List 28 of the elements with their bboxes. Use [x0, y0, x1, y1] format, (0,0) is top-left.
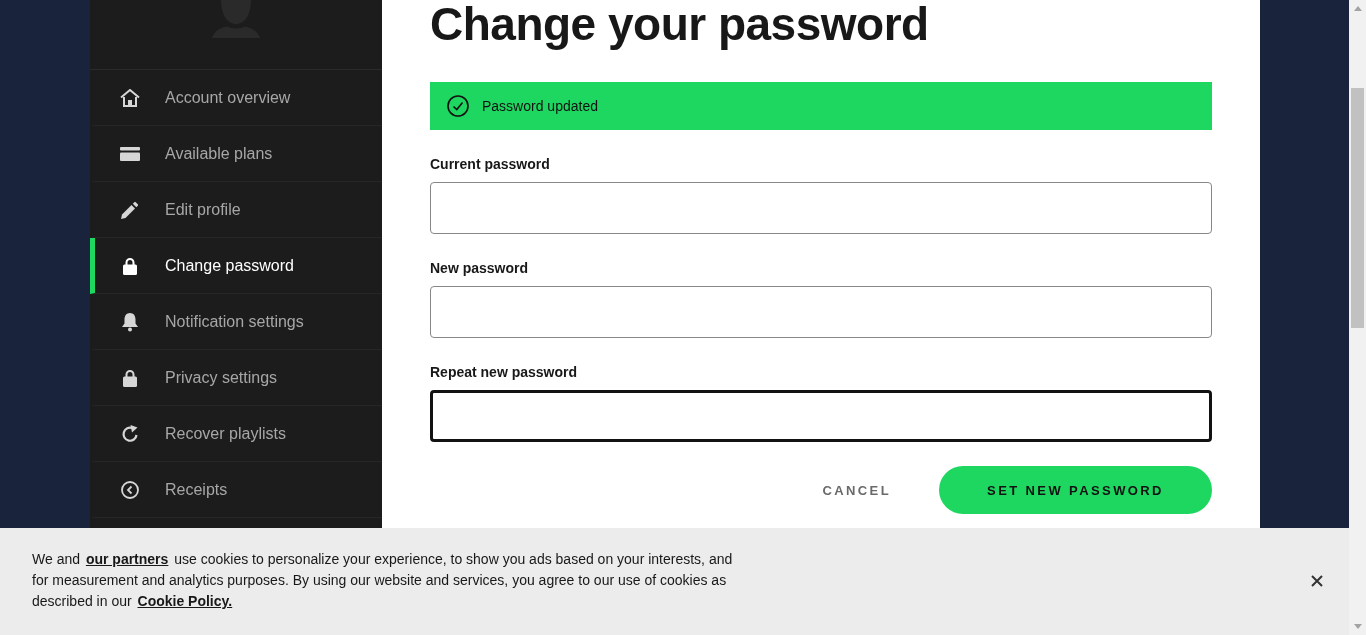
field-label: New password: [430, 259, 529, 278]
field-label: Repeat new password: [430, 363, 578, 382]
cancel-button[interactable]: CANCEL: [790, 466, 923, 514]
check-circle-icon: [447, 95, 469, 117]
inline-link[interactable]: Cookie Policy.: [137, 593, 233, 609]
refresh-icon: [121, 424, 139, 443]
submit-button[interactable]: SET NEW PASSWORD: [939, 466, 1212, 514]
scrollbar-thumb[interactable]: [1351, 88, 1364, 328]
page-title: Change your password: [430, 0, 930, 48]
field-label: Current password: [430, 155, 550, 174]
close-icon: [1311, 574, 1323, 587]
card-icon: [120, 146, 140, 161]
lock-icon: [123, 368, 137, 387]
scroll-down-icon[interactable]: [1353, 624, 1362, 629]
bell-icon: [121, 311, 139, 332]
chevron-circle-icon: [121, 480, 139, 499]
alert-message: Password updated: [482, 98, 598, 114]
pencil-icon: [121, 200, 139, 219]
home-icon: [120, 88, 140, 107]
scroll-up-icon[interactable]: [1353, 6, 1362, 11]
sidebar-item[interactable]: Available plans: [90, 126, 382, 182]
inline-link[interactable]: our partners: [85, 551, 169, 567]
password-field[interactable]: [430, 286, 1212, 338]
lock-icon: [123, 256, 137, 275]
password-field[interactable]: [430, 182, 1212, 234]
cookie-notice-text: We and our partners use cookies to personalize your experience, to show you ads based on your interests, and for measurement and analytics purposes. By using our website and services, you agree to our use of cookies as described in our Cookie Policy.: [32, 550, 734, 611]
scrollbar[interactable]: [1349, 0, 1366, 635]
password-field[interactable]: [430, 390, 1212, 442]
